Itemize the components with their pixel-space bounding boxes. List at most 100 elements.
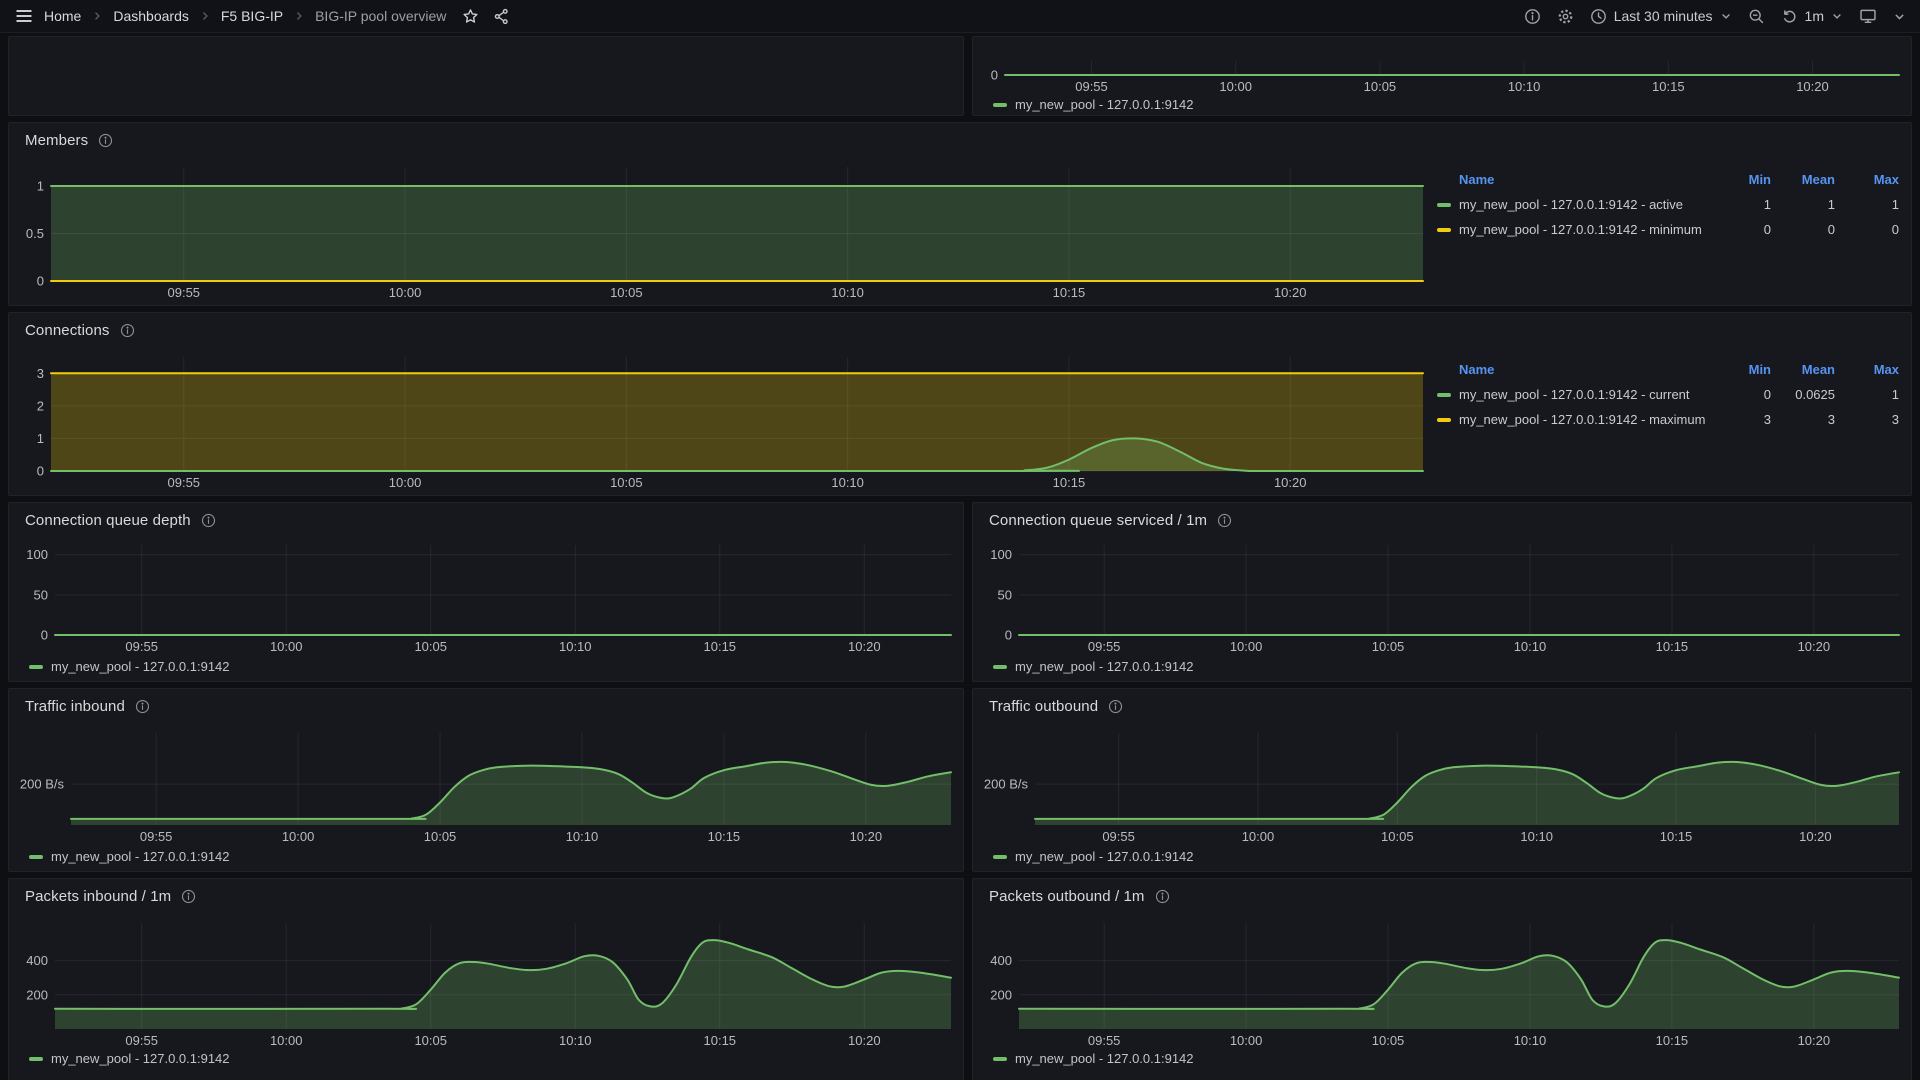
x-axis-tick-label: 10:05 — [610, 285, 643, 300]
legend-header-min[interactable]: Min — [1707, 362, 1771, 377]
chart-canvas-traffic-in[interactable]: 200 B/s09:5510:0010:0510:1010:1510:20 — [17, 727, 957, 845]
legend-item[interactable]: my_new_pool - 127.0.0.1:9142 — [993, 1051, 1194, 1066]
legend-series-toggle[interactable]: my_new_pool - 127.0.0.1:9142 - maximum — [1437, 412, 1707, 427]
panel-info-icon[interactable] — [1108, 699, 1123, 714]
panel-title[interactable]: Connections — [25, 322, 110, 339]
chart-members[interactable]: 10.5009:5510:0010:0510:1010:1510:20 — [17, 161, 1429, 301]
legend-header-mean[interactable]: Mean — [1771, 362, 1835, 377]
share-icon[interactable] — [493, 8, 510, 25]
chart-stub-top[interactable]: 009:5510:0010:0510:1010:1510:20 — [981, 37, 1905, 95]
legend-item[interactable]: my_new_pool - 127.0.0.1:9142 — [29, 1051, 230, 1066]
menu-icon[interactable] — [14, 6, 34, 26]
legend-series-label[interactable]: my_new_pool - 127.0.0.1:9142 — [51, 659, 230, 674]
chart-packets-out[interactable]: 40020009:5510:0010:0510:1010:1510:20 — [981, 917, 1905, 1049]
legend-table-row: my_new_pool - 127.0.0.1:9142 - active111 — [1437, 192, 1899, 217]
chart-canvas-packets-in[interactable]: 40020009:5510:0010:0510:1010:1510:20 — [17, 917, 957, 1049]
legend-series-toggle[interactable]: my_new_pool - 127.0.0.1:9142 - minimum — [1437, 222, 1707, 237]
y-axis-tick-label: 2 — [37, 398, 44, 413]
zoom-out-icon[interactable] — [1748, 8, 1765, 25]
x-axis-tick-label: 10:20 — [848, 1033, 881, 1048]
chart-canvas-connections[interactable]: 321009:5510:0010:0510:1010:1510:20 — [17, 351, 1429, 491]
panel-info-icon[interactable] — [135, 699, 150, 714]
panel-info-icon[interactable] — [181, 889, 196, 904]
star-icon[interactable] — [462, 8, 479, 25]
legend-series-marker — [993, 855, 1007, 859]
panel-info-icon[interactable] — [120, 323, 135, 338]
chart-canvas-queue-serviced[interactable]: 10050009:5510:0010:0510:1010:1510:20 — [981, 539, 1905, 655]
x-axis-tick-label: 10:05 — [610, 475, 643, 490]
legend-series-label[interactable]: my_new_pool - 127.0.0.1:9142 — [1015, 849, 1194, 864]
time-range-picker[interactable]: Last 30 minutes — [1590, 8, 1732, 25]
legend-item[interactable]: my_new_pool - 127.0.0.1:9142 — [993, 97, 1194, 112]
legend-value-min: 0 — [1707, 222, 1771, 237]
panel-info-icon[interactable] — [98, 133, 113, 148]
chart-traffic-out[interactable]: 200 B/s09:5510:0010:0510:1010:1510:20 — [981, 727, 1905, 845]
panel-title[interactable]: Traffic inbound — [25, 698, 125, 715]
x-axis-tick-label: 10:00 — [270, 639, 303, 654]
legend-item[interactable]: my_new_pool - 127.0.0.1:9142 — [29, 849, 230, 864]
panel-header: Connection queue serviced / 1m — [989, 512, 1232, 529]
refresh-picker[interactable]: 1m — [1781, 8, 1843, 25]
chart-traffic-in[interactable]: 200 B/s09:5510:0010:0510:1010:1510:20 — [17, 727, 957, 845]
legend-header-name[interactable]: Name — [1437, 172, 1707, 187]
panel-traffic-in: Traffic inbound 200 B/s09:5510:0010:0510:… — [8, 688, 964, 872]
chart-canvas-members[interactable]: 10.5009:5510:0010:0510:1010:1510:20 — [17, 161, 1429, 301]
panel-title[interactable]: Members — [25, 132, 88, 149]
series-area — [1019, 940, 1899, 1029]
panel-title[interactable]: Packets inbound / 1m — [25, 888, 171, 905]
legend-series-label[interactable]: my_new_pool - 127.0.0.1:9142 — [1015, 659, 1194, 674]
y-axis-tick-label: 50 — [34, 587, 48, 602]
legend-item[interactable]: my_new_pool - 127.0.0.1:9142 — [29, 659, 230, 674]
panel-title[interactable]: Connection queue depth — [25, 512, 191, 529]
legend-series-marker — [993, 103, 1007, 107]
x-axis-tick-label: 10:20 — [1798, 1033, 1831, 1048]
legend-series-toggle[interactable]: my_new_pool - 127.0.0.1:9142 - current — [1437, 387, 1707, 402]
chart-canvas-stub-top[interactable]: 009:5510:0010:0510:1010:1510:20 — [981, 37, 1905, 95]
legend-item[interactable]: my_new_pool - 127.0.0.1:9142 — [993, 849, 1194, 864]
monitor-icon[interactable] — [1859, 7, 1877, 25]
legend-header-min[interactable]: Min — [1707, 172, 1771, 187]
legend-header-max[interactable]: Max — [1835, 362, 1899, 377]
legend-value-max: 0 — [1835, 222, 1899, 237]
legend-series-label[interactable]: my_new_pool - 127.0.0.1:9142 — [51, 1051, 230, 1066]
legend-series-label[interactable]: my_new_pool - 127.0.0.1:9142 — [51, 849, 230, 864]
chevron-down-icon[interactable] — [1893, 10, 1906, 23]
legend-header-mean[interactable]: Mean — [1771, 172, 1835, 187]
x-axis-tick-label: 10:20 — [1799, 829, 1832, 844]
legend-header-max[interactable]: Max — [1835, 172, 1899, 187]
chart-queue-serviced[interactable]: 10050009:5510:0010:0510:1010:1510:20 — [981, 539, 1905, 655]
legend-series-label[interactable]: my_new_pool - 127.0.0.1:9142 — [1015, 1051, 1194, 1066]
chart-canvas-traffic-out[interactable]: 200 B/s09:5510:0010:0510:1010:1510:20 — [981, 727, 1905, 845]
refresh-interval-label: 1m — [1805, 8, 1824, 24]
breadcrumb-dashboards[interactable]: Dashboards — [113, 8, 189, 24]
time-range-label: Last 30 minutes — [1614, 8, 1713, 24]
info-circle-icon[interactable] — [1524, 8, 1541, 25]
panel-traffic-out: Traffic outbound 200 B/s09:5510:0010:0510… — [972, 688, 1912, 872]
breadcrumb-home[interactable]: Home — [44, 8, 81, 24]
legend-item[interactable]: my_new_pool - 127.0.0.1:9142 — [993, 659, 1194, 674]
legend-series-marker — [1437, 203, 1451, 207]
chart-queue-depth[interactable]: 10050009:5510:0010:0510:1010:1510:20 — [17, 539, 957, 655]
chart-packets-in[interactable]: 40020009:5510:0010:0510:1010:1510:20 — [17, 917, 957, 1049]
gear-icon[interactable] — [1557, 8, 1574, 25]
panel-info-icon[interactable] — [1217, 513, 1232, 528]
panel-info-icon[interactable] — [1155, 889, 1170, 904]
legend-series-label[interactable]: my_new_pool - 127.0.0.1:9142 — [1015, 97, 1194, 112]
panel-title[interactable]: Connection queue serviced / 1m — [989, 512, 1207, 529]
chart-canvas-packets-out[interactable]: 40020009:5510:0010:0510:1010:1510:20 — [981, 917, 1905, 1049]
y-axis-tick-label: 200 B/s — [20, 777, 65, 792]
legend-header-name[interactable]: Name — [1437, 362, 1707, 377]
breadcrumb-folder[interactable]: F5 BIG-IP — [221, 8, 283, 24]
panel-title[interactable]: Traffic outbound — [989, 698, 1098, 715]
panel-title[interactable]: Packets outbound / 1m — [989, 888, 1145, 905]
legend-table-row: my_new_pool - 127.0.0.1:9142 - maximum33… — [1437, 407, 1899, 432]
x-axis-tick-label: 10:05 — [1381, 829, 1414, 844]
y-axis-tick-label: 3 — [37, 366, 44, 381]
chevron-down-icon — [1831, 10, 1843, 22]
y-axis-tick-label: 0 — [37, 274, 44, 289]
panel-info-icon[interactable] — [201, 513, 216, 528]
chart-connections[interactable]: 321009:5510:0010:0510:1010:1510:20 — [17, 351, 1429, 491]
x-axis-tick-label: 10:10 — [831, 285, 864, 300]
legend-series-toggle[interactable]: my_new_pool - 127.0.0.1:9142 - active — [1437, 197, 1707, 212]
chart-canvas-queue-depth[interactable]: 10050009:5510:0010:0510:1010:1510:20 — [17, 539, 957, 655]
